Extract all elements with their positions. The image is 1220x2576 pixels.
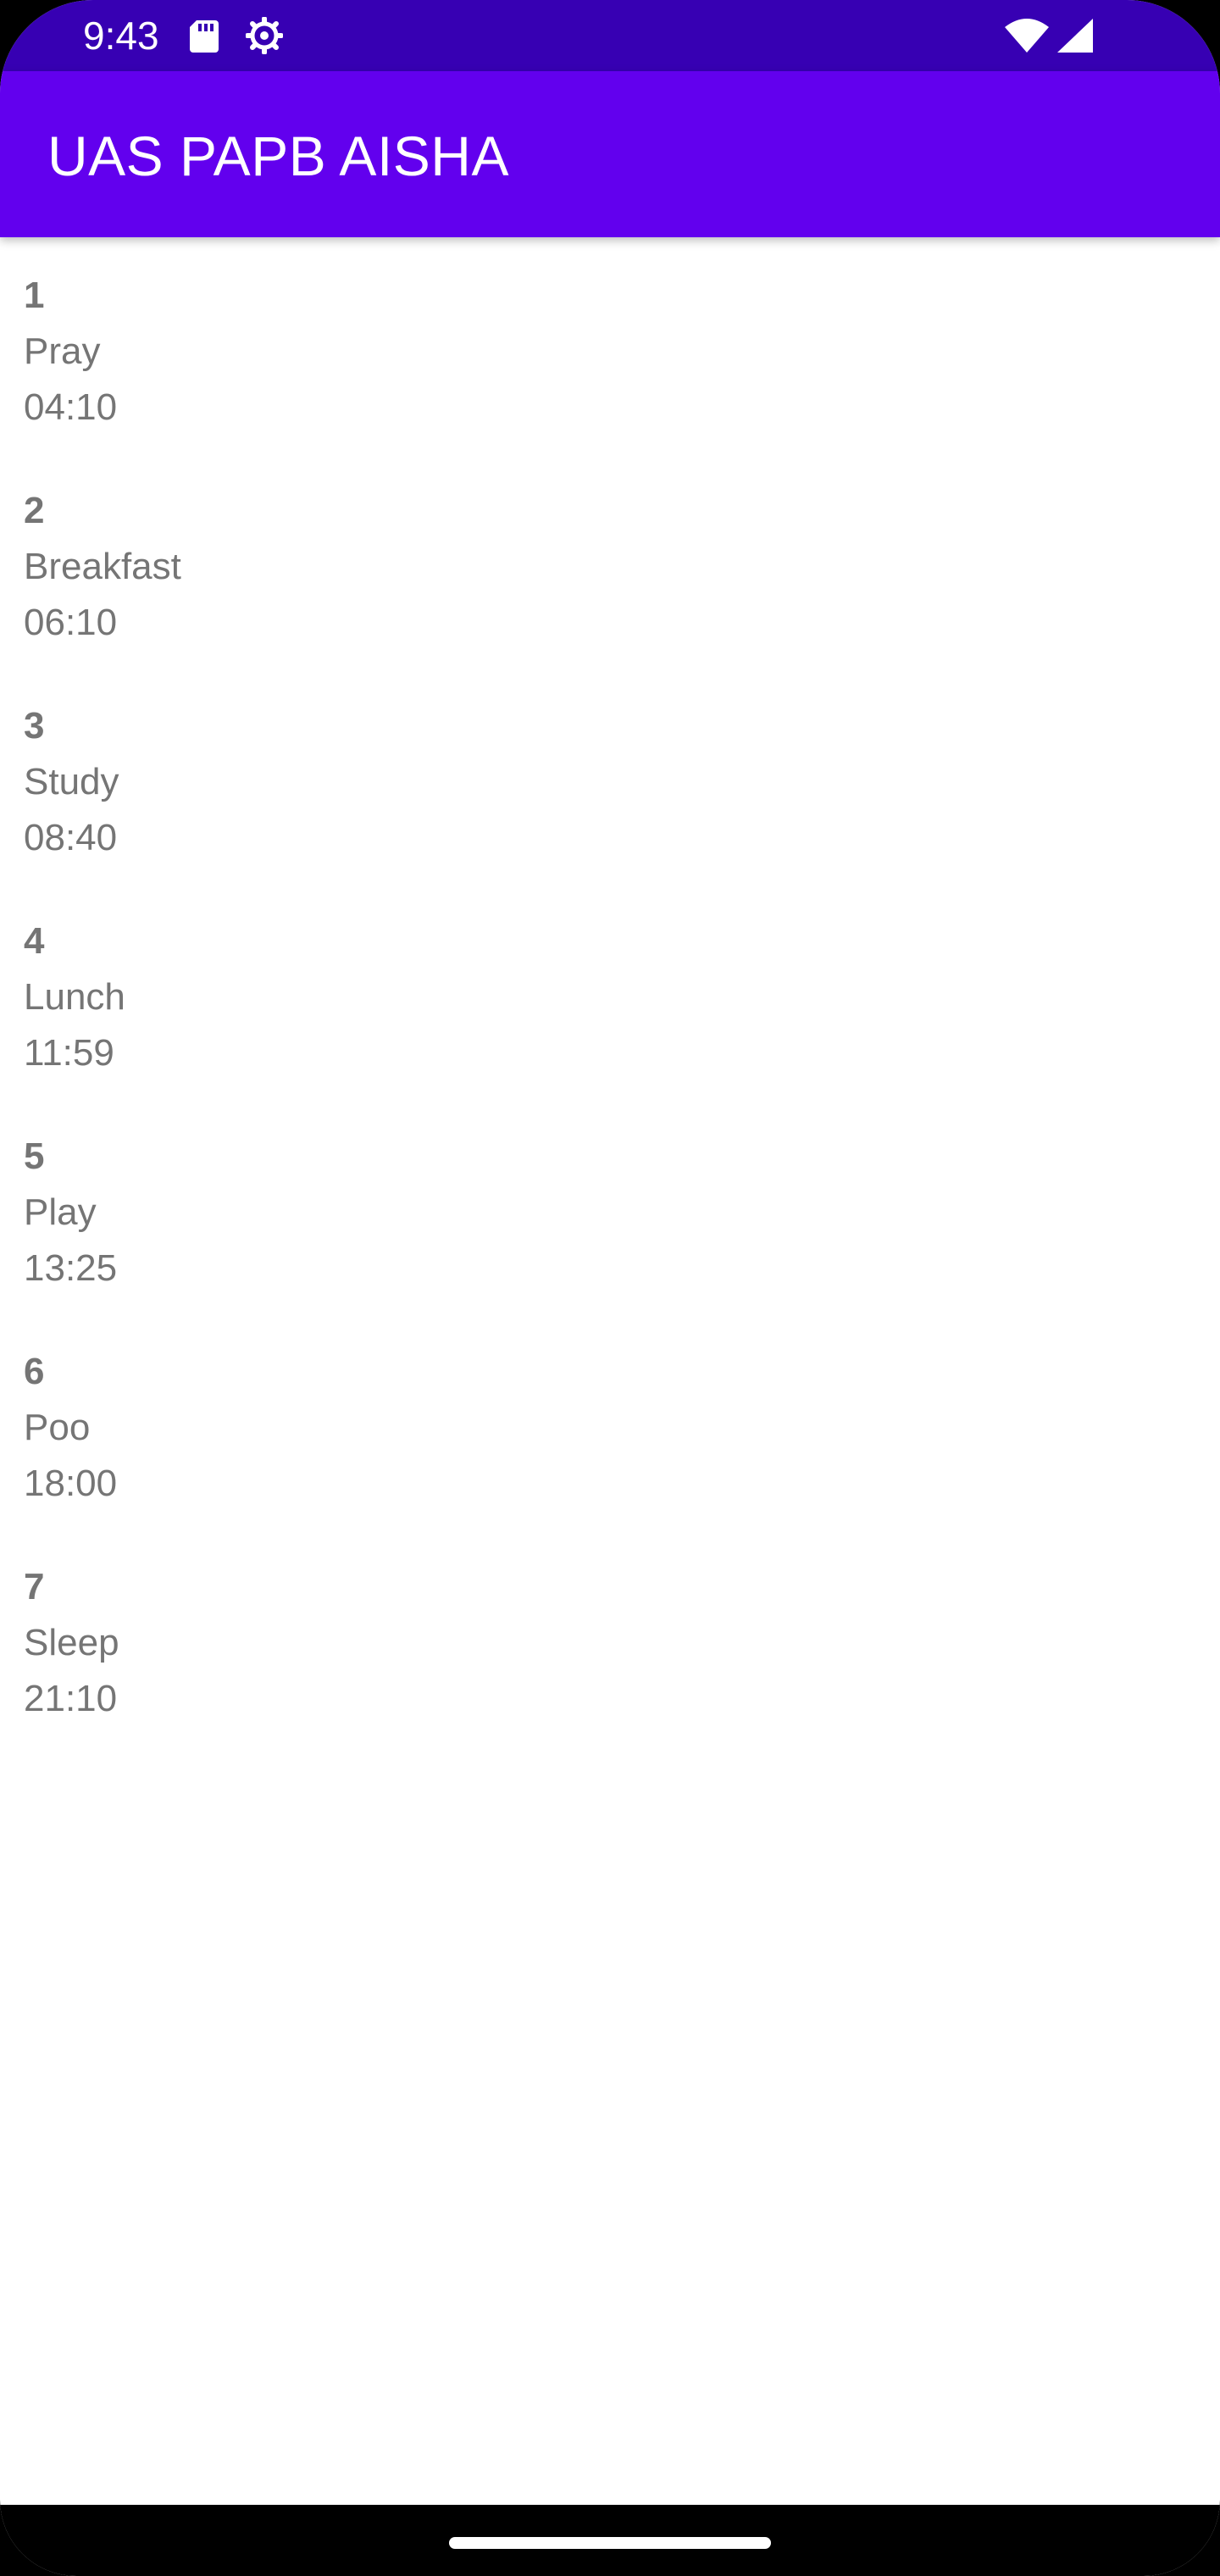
list-item[interactable]: 3 Study 08:40 [0, 668, 1220, 883]
app-title: UAS PAPB AISHA [47, 125, 509, 187]
app-bar: UAS PAPB AISHA [0, 71, 1220, 237]
home-gesture-handle[interactable] [449, 2537, 771, 2549]
item-number: 1 [24, 275, 45, 316]
item-number: 6 [24, 1351, 45, 1392]
list-item[interactable]: 2 Breakfast 06:10 [0, 452, 1220, 668]
item-time: 13:25 [24, 1247, 118, 1289]
list-item[interactable]: 4 Lunch 11:59 [0, 883, 1220, 1098]
device-screen: 9:43 UAS PAPB AISHA 1 Pray 04:10 2 Break… [0, 0, 1220, 2576]
item-time: 04:10 [24, 386, 118, 428]
list-item[interactable]: 7 Sleep 21:10 [0, 1529, 1220, 1744]
item-number: 3 [24, 705, 45, 747]
item-name: Study [24, 761, 119, 802]
item-name: Lunch [24, 976, 125, 1018]
item-number: 4 [24, 920, 45, 962]
list-item[interactable]: 1 Pray 04:10 [0, 237, 1220, 452]
item-time: 21:10 [24, 1678, 118, 1719]
item-name: Sleep [24, 1622, 119, 1663]
status-time: 9:43 [83, 14, 159, 58]
item-number: 5 [24, 1135, 45, 1177]
gear-icon [245, 16, 284, 55]
item-number: 7 [24, 1566, 45, 1607]
sd-card-icon [185, 17, 222, 54]
item-number: 2 [24, 490, 45, 531]
schedule-list: 1 Pray 04:10 2 Breakfast 06:10 3 Study 0… [0, 237, 1220, 1744]
navigation-bar [0, 2505, 1220, 2576]
signal-icon [1054, 17, 1095, 54]
item-time: 18:00 [24, 1463, 118, 1504]
item-name: Play [24, 1191, 97, 1233]
wifi-icon [1003, 17, 1051, 54]
item-name: Breakfast [24, 546, 181, 587]
list-item[interactable]: 6 Poo 18:00 [0, 1313, 1220, 1529]
status-bar: 9:43 [0, 0, 1220, 71]
list-item[interactable]: 5 Play 13:25 [0, 1098, 1220, 1313]
item-time: 06:10 [24, 602, 118, 643]
item-name: Pray [24, 330, 101, 372]
item-name: Poo [24, 1407, 91, 1448]
item-time: 08:40 [24, 817, 118, 858]
item-time: 11:59 [24, 1032, 114, 1074]
